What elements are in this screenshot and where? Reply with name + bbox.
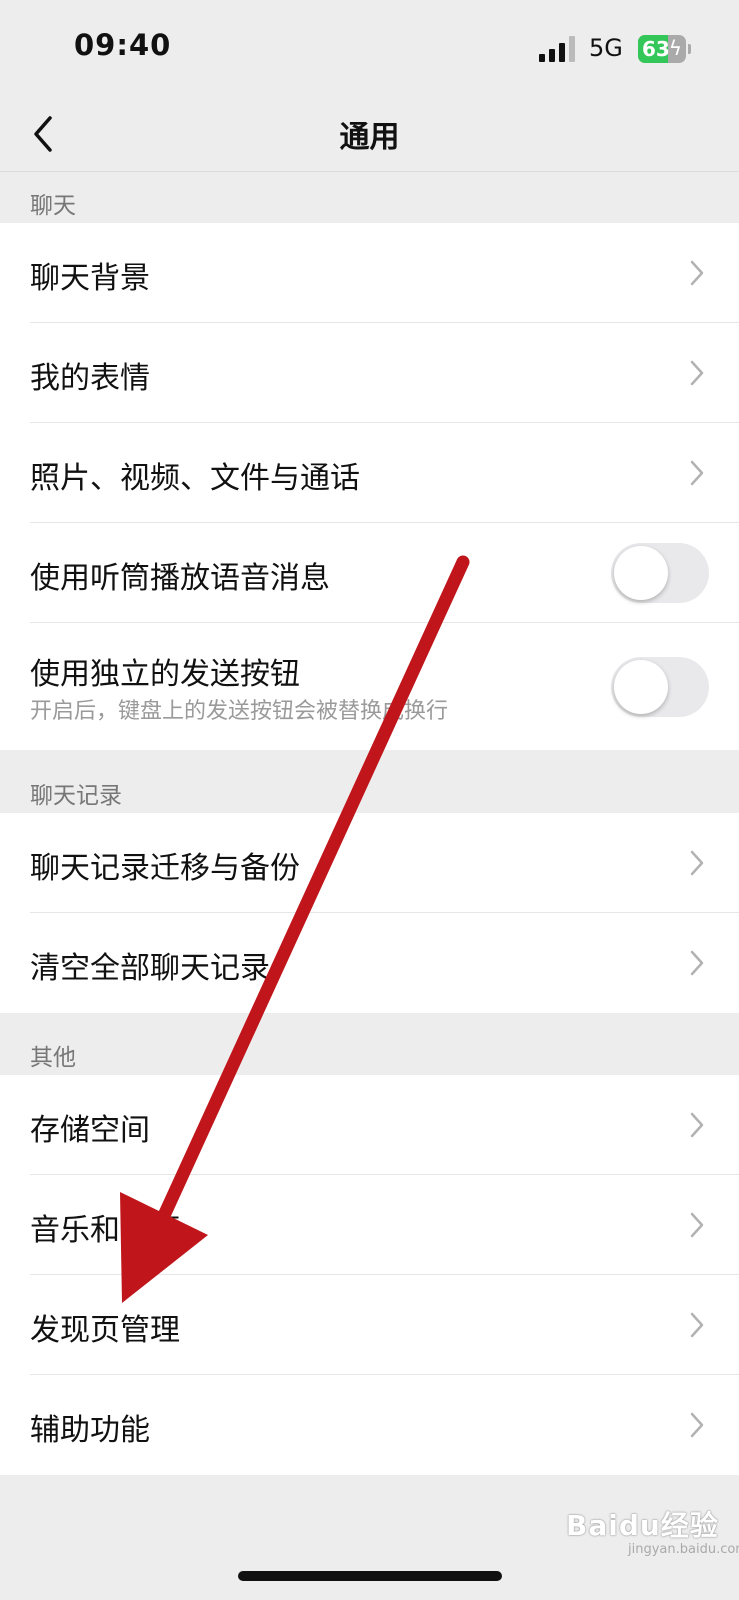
section-header-chat: 聊天 [30, 193, 76, 219]
settings-row-media-files-calls[interactable]: 照片、视频、文件与通话 [0, 423, 739, 523]
row-label: 辅助功能 [30, 1413, 150, 1448]
baidu-watermark-url: jingyan.baidu.com [628, 1542, 739, 1557]
settings-row-earpiece-voice: 使用听筒播放语音消息 [0, 523, 739, 623]
chevron-right-icon [690, 850, 704, 876]
status-bar: 09:40 5G 63 ϟ [0, 0, 739, 96]
chevron-right-icon [690, 460, 704, 486]
row-sublabel: 开启后，键盘上的发送按钮会被替换成换行 [30, 699, 449, 724]
settings-row-clear-chat-history[interactable]: 清空全部聊天记录 [0, 913, 739, 1013]
charging-bolt-icon: ϟ [668, 36, 682, 60]
settings-row-chat-background[interactable]: 聊天背景 [0, 223, 739, 323]
settings-row-my-stickers[interactable]: 我的表情 [0, 323, 739, 423]
row-label: 我的表情 [30, 361, 150, 396]
settings-row-storage[interactable]: 存储空间 [0, 1075, 739, 1175]
battery-icon: 63 ϟ [638, 35, 686, 63]
separate-send-button-toggle[interactable] [611, 657, 709, 717]
page-title: 通用 [339, 120, 400, 155]
section-header-chat-history: 聊天记录 [30, 783, 122, 809]
row-label: 发现页管理 [30, 1313, 180, 1348]
chevron-right-icon [690, 1412, 704, 1438]
settings-row-discover-management[interactable]: 发现页管理 [0, 1275, 739, 1375]
settings-row-accessibility[interactable]: 辅助功能 [0, 1375, 739, 1475]
settings-row-music-audio[interactable]: 音乐和音频 [0, 1175, 739, 1275]
row-label: 使用听筒播放语音消息 [30, 561, 330, 596]
chevron-right-icon [690, 360, 704, 386]
signal-icon [539, 36, 579, 62]
settings-group-other: 存储空间 音乐和音频 发现页管理 辅助功能 [0, 1075, 739, 1475]
chevron-right-icon [690, 1112, 704, 1138]
settings-group-chat-history: 聊天记录迁移与备份 清空全部聊天记录 [0, 813, 739, 1013]
chevron-right-icon [690, 260, 704, 286]
section-header-other: 其他 [30, 1045, 76, 1071]
settings-row-migrate-backup[interactable]: 聊天记录迁移与备份 [0, 813, 739, 913]
baidu-watermark: Baidu经验 [566, 1509, 719, 1542]
toggle-knob [614, 660, 668, 714]
row-label: 清空全部聊天记录 [30, 951, 270, 986]
network-type: 5G [589, 34, 623, 62]
status-time: 09:40 [74, 28, 172, 62]
chevron-right-icon [690, 950, 704, 976]
row-label: 存储空间 [30, 1113, 150, 1148]
row-label: 聊天背景 [30, 261, 150, 296]
chevron-right-icon [690, 1212, 704, 1238]
toggle-knob [614, 546, 668, 600]
row-label: 使用独立的发送按钮 [30, 657, 300, 692]
chevron-right-icon [690, 1312, 704, 1338]
navigation-bar: 通用 [0, 96, 739, 172]
row-label: 聊天记录迁移与备份 [30, 851, 300, 886]
row-label: 照片、视频、文件与通话 [30, 461, 360, 496]
nav-divider [0, 171, 739, 172]
settings-group-chat: 聊天背景 我的表情 照片、视频、文件与通话 使用听筒播放语音消息 使用独立的发送… [0, 223, 739, 750]
row-label: 音乐和音频 [30, 1213, 180, 1248]
earpiece-voice-toggle[interactable] [611, 543, 709, 603]
battery-cap [688, 44, 691, 54]
home-indicator [238, 1571, 502, 1581]
battery-percent: 63 [642, 37, 670, 61]
settings-row-separate-send-button: 使用独立的发送按钮 开启后，键盘上的发送按钮会被替换成换行 [0, 623, 739, 750]
